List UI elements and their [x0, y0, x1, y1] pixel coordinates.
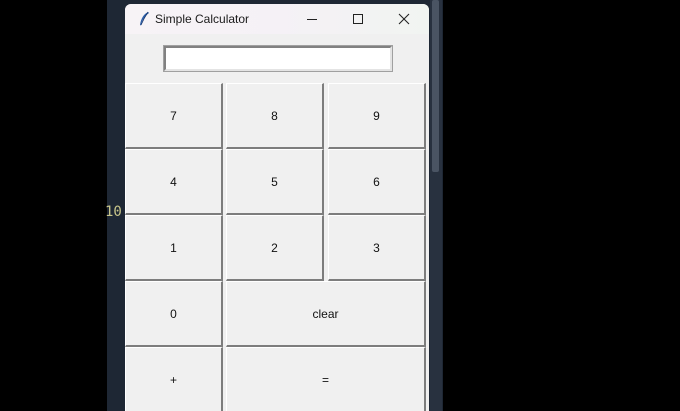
button-9[interactable]: 9 [328, 83, 426, 149]
button-4[interactable]: 4 [125, 149, 223, 215]
clear-button[interactable]: clear [226, 281, 426, 347]
close-button[interactable] [381, 4, 427, 34]
equals-button[interactable]: = [226, 347, 426, 411]
editor-line-number: 10 [105, 204, 122, 220]
button-2[interactable]: 2 [226, 215, 324, 281]
title-bar[interactable]: Simple Calculator [125, 4, 429, 34]
button-5[interactable]: 5 [226, 149, 324, 215]
button-6[interactable]: 6 [328, 149, 426, 215]
button-0[interactable]: 0 [125, 281, 223, 347]
close-icon [398, 13, 410, 25]
button-8[interactable]: 8 [226, 83, 324, 149]
maximize-icon [353, 14, 363, 24]
minimize-icon [307, 19, 317, 20]
button-7[interactable]: 7 [125, 83, 223, 149]
calculator-window: Simple Calculator 7 8 9 4 5 6 1 2 3 0 cl… [125, 4, 429, 411]
calculator-display-input[interactable] [163, 45, 393, 72]
editor-scroll-thumb[interactable] [432, 0, 439, 172]
desktop: 10 Simple Calculator 7 8 9 4 5 6 1 2 3 0… [0, 0, 680, 411]
button-3[interactable]: 3 [328, 215, 426, 281]
plus-button[interactable]: + [125, 347, 223, 411]
feather-icon [140, 11, 149, 26]
window-title: Simple Calculator [155, 12, 250, 26]
maximize-button[interactable] [335, 4, 381, 34]
button-1[interactable]: 1 [125, 215, 223, 281]
minimize-button[interactable] [289, 4, 335, 34]
